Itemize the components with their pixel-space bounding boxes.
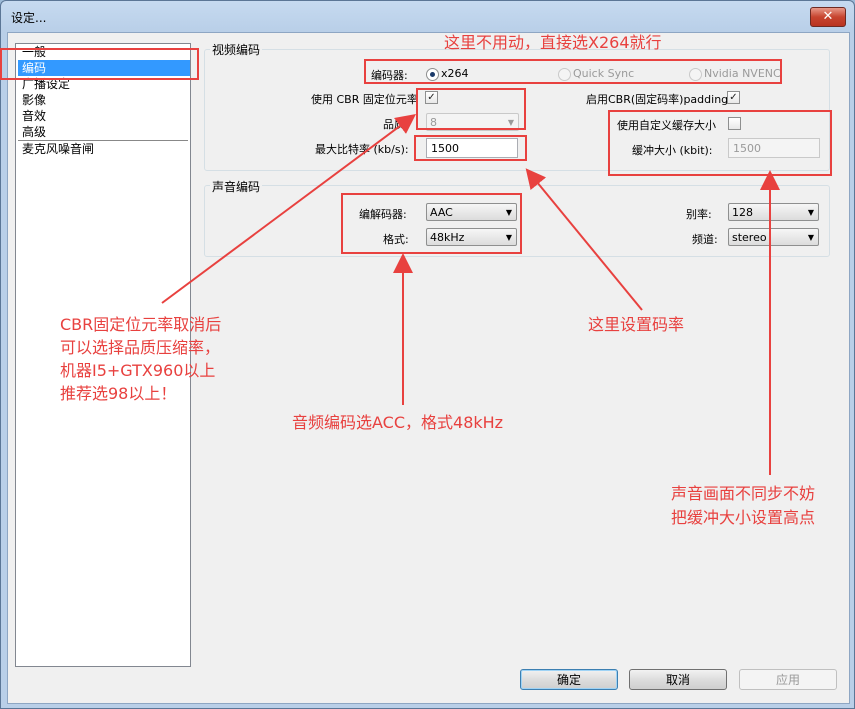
bitrate-note: 这里设置码率	[588, 315, 685, 334]
audio-note: 音频编码选ACC，格式48kHz	[292, 413, 504, 432]
top-note: 这里不用动，直接选X264就行	[444, 33, 662, 52]
cbr-note-line-1: CBR固定位元率取消后	[60, 315, 222, 334]
cbr-note-line-4: 推荐选98以上！	[60, 384, 177, 403]
cbr-note-line-2: 可以选择品质压缩率，	[60, 338, 221, 357]
buffer-note-line-1: 声音画面不同步不妨	[671, 484, 816, 503]
cbr-note-line-3: 机器I5+GTX960以上	[60, 361, 216, 380]
buffer-note-line-2: 把缓冲大小设置高点	[671, 508, 816, 527]
